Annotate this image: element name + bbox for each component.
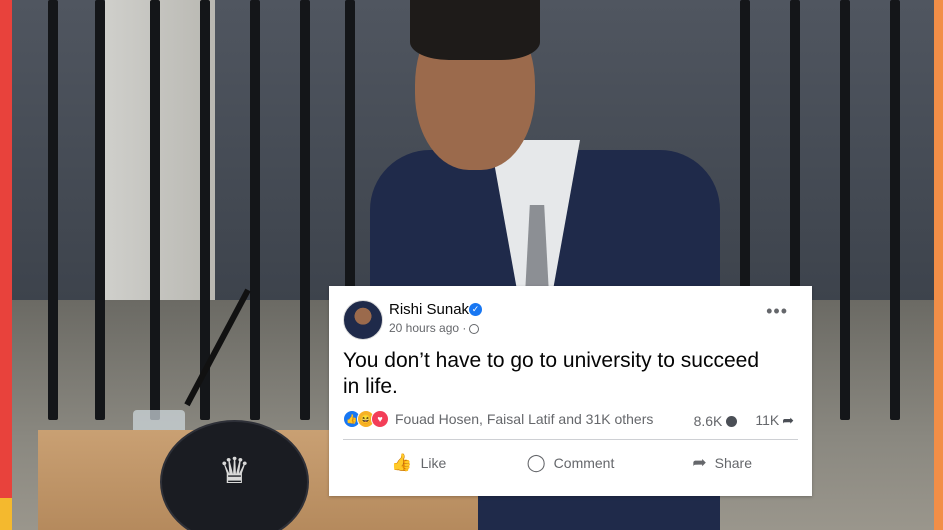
post-time[interactable]: 20 hours ago · xyxy=(389,321,466,335)
post-text: You don’t have to go to university to su… xyxy=(343,349,760,398)
right-accent-stripe xyxy=(934,0,943,530)
comment-label: Comment xyxy=(553,455,615,471)
share-button[interactable]: ➦ Share xyxy=(646,446,798,480)
love-icon: ♥ xyxy=(371,410,389,428)
avatar[interactable] xyxy=(343,300,383,340)
shares-count-value: 11K xyxy=(755,412,780,428)
reactions-text: Fouad Hosen, Faisal Latif and 31K others xyxy=(395,411,654,427)
comment-button[interactable]: ◯ Comment xyxy=(495,446,647,480)
shares-count[interactable]: 11K ➦ xyxy=(755,412,794,429)
like-button[interactable]: 👍 Like xyxy=(343,446,495,480)
comment-icon: ◯ xyxy=(526,453,546,472)
railing-bar xyxy=(48,0,58,420)
action-bar: 👍 Like ◯ Comment ➦ Share xyxy=(343,446,798,480)
facebook-post-card: Rishi Sunak ✓ 20 hours ago · ••• You don… xyxy=(329,286,812,496)
railing-bar xyxy=(95,0,105,420)
share-arrow-icon: ➦ xyxy=(782,412,794,428)
railing-bar xyxy=(250,0,260,420)
divider xyxy=(343,439,798,440)
globe-icon xyxy=(469,323,480,334)
railing-bar xyxy=(150,0,160,420)
post-meta: 20 hours ago · xyxy=(389,321,480,335)
hair xyxy=(410,0,540,60)
comment-bubble-icon xyxy=(726,416,738,428)
author-name[interactable]: Rishi Sunak xyxy=(389,301,469,318)
crest-icon: ♛ xyxy=(218,450,251,491)
railing-bar xyxy=(300,0,310,420)
engagement-counts: 8.6K 11K ➦ xyxy=(694,412,794,429)
comments-count-value: 8.6K xyxy=(693,412,723,429)
more-options-icon[interactable]: ••• xyxy=(766,302,788,320)
like-label: Like xyxy=(420,455,447,471)
left-accent-stripe xyxy=(0,0,12,530)
comments-count[interactable]: 8.6K xyxy=(694,413,738,429)
share-icon: ➦ xyxy=(692,453,707,472)
reactions-summary[interactable]: 👍 😆 ♥ Fouad Hosen, Faisal Latif and 31K … xyxy=(343,410,653,428)
railing-bar xyxy=(840,0,850,420)
share-label: Share xyxy=(714,455,752,471)
stone-pillar xyxy=(105,0,215,330)
railing-bar xyxy=(890,0,900,420)
thumbs-up-icon: 👍 xyxy=(391,453,413,472)
left-accent-yellow xyxy=(0,498,12,530)
verified-badge-icon: ✓ xyxy=(469,303,482,316)
